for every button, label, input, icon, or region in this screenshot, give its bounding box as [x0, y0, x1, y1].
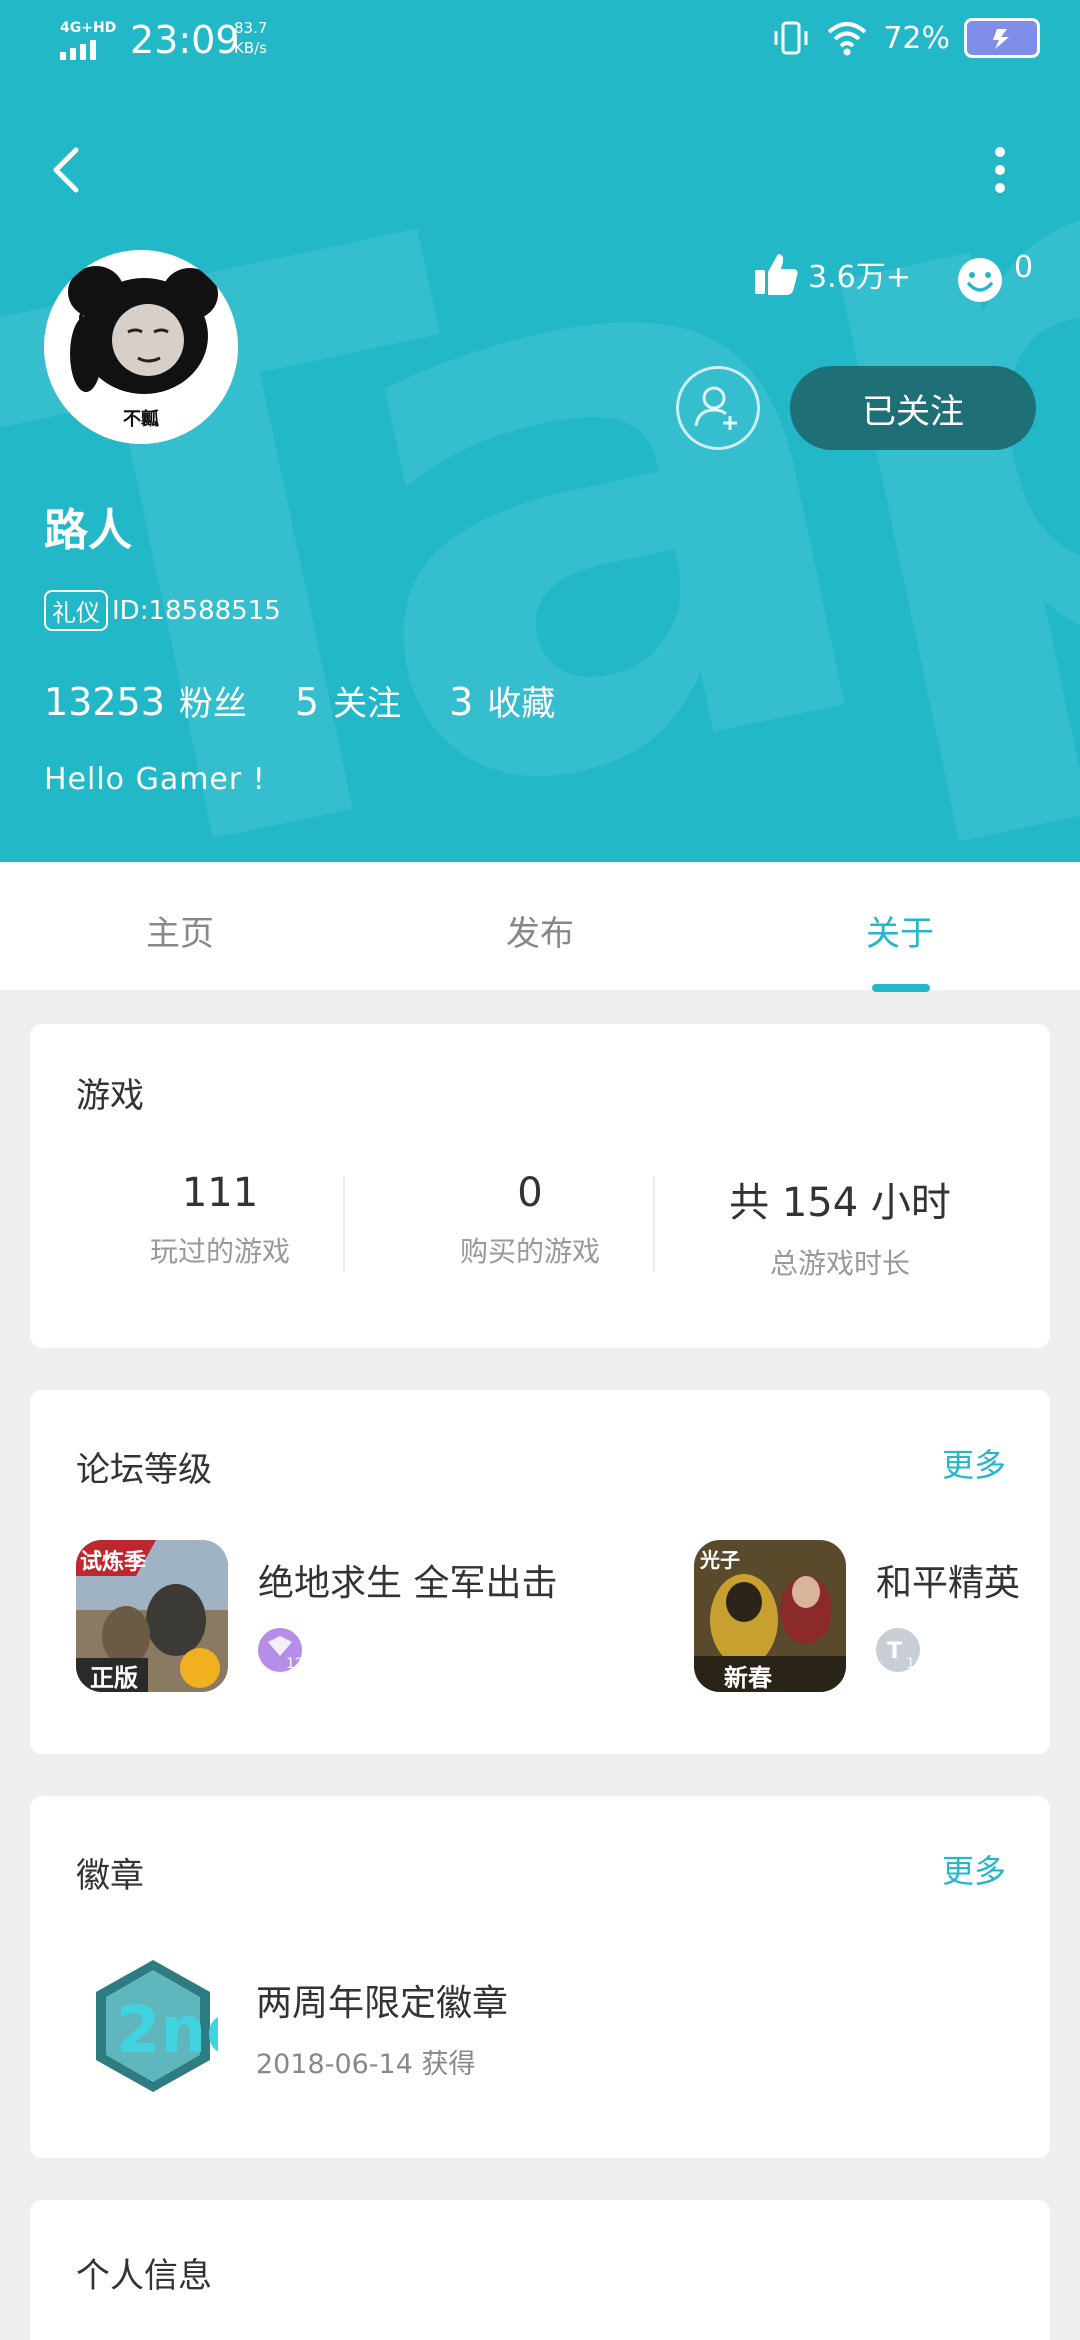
- status-right: 72%: [771, 18, 1040, 58]
- personal-info-card: 个人信息: [30, 2200, 1050, 2340]
- played-games-count: 111: [181, 1170, 259, 1216]
- badge-more-link[interactable]: 更多: [942, 1846, 1006, 1892]
- purchased-games-label: 购买的游戏: [459, 1235, 600, 1268]
- follow-button[interactable]: 已关注: [790, 366, 1036, 450]
- forum-item-peacekeeper[interactable]: 光子 新春 和平精英 T 1: [694, 1540, 1050, 1692]
- user-id-row: 礼仪 ID:18588515: [44, 590, 281, 631]
- profile-tabs: 主页 发布 关于: [0, 862, 1080, 990]
- svg-text:T: T: [887, 1639, 902, 1664]
- more-vertical-icon: [995, 147, 1005, 193]
- badge-glyph: 2nd: [116, 1994, 218, 2068]
- forum-item-pubg[interactable]: 试炼季 正版 绝地求生 全军出击 12: [76, 1540, 636, 1692]
- games-card-title: 游戏: [76, 1076, 144, 1116]
- personal-info-title: 个人信息: [76, 2256, 212, 2296]
- active-tab-indicator: [872, 984, 930, 992]
- forum-level-card: 论坛等级 更多 试炼季 正版 绝地求生 全军出击 12 光子 新春 和平精英 T…: [30, 1390, 1050, 1754]
- avatar[interactable]: 不瓤: [44, 250, 238, 444]
- stat-label: 关注: [333, 684, 402, 724]
- more-options-button[interactable]: [980, 140, 1020, 200]
- forum-level-icon: 12: [256, 1626, 304, 1674]
- chevron-left-icon: [53, 147, 79, 193]
- stat-number: 5: [294, 680, 320, 724]
- anniversary-badge-icon[interactable]: 2nd: [88, 1956, 252, 2096]
- vibrate-icon: [774, 21, 808, 55]
- divider: [653, 1176, 655, 1272]
- profile-stats: 13253 粉丝 5 关注 3 收藏: [44, 676, 603, 725]
- purchased-games-stat[interactable]: 0 购买的游戏: [380, 1170, 680, 1270]
- stat-label: 粉丝: [178, 684, 247, 724]
- forum-more-link[interactable]: 更多: [942, 1440, 1006, 1486]
- pubg-game-name: 绝地求生 全军出击: [258, 1563, 558, 1604]
- battery-icon: [964, 18, 1040, 58]
- user-add-icon: [694, 386, 737, 430]
- emoji-counter[interactable]: 0: [956, 250, 1033, 304]
- stat-number: 13253: [44, 680, 165, 724]
- badge-name: 两周年限定徽章: [256, 1983, 509, 2024]
- forum-card-title: 论坛等级: [76, 1450, 212, 1490]
- thumbs-up-icon: [755, 254, 798, 295]
- profile-header: Tap 4G+HD 23:09 83.7 KB/s 72% 不瓤 3.6万+ 0…: [0, 0, 1080, 862]
- divider: [343, 1176, 345, 1272]
- add-friend-button[interactable]: [676, 366, 760, 450]
- tab-about[interactable]: 关于: [866, 906, 934, 955]
- back-button[interactable]: [44, 140, 92, 200]
- playtime-stat: 共 154 小时 总游戏时长: [690, 1170, 990, 1282]
- games-card: 游戏 111 玩过的游戏 0 购买的游戏 共 154 小时 总游戏时长: [30, 1024, 1050, 1348]
- network-indicator: 4G+HD: [60, 20, 116, 60]
- pubg-icon-label-bottom: 正版: [90, 1664, 138, 1692]
- peacekeeper-icon-label-top: 光子: [700, 1548, 740, 1572]
- emoji-count: 0: [1014, 250, 1034, 285]
- likes-count: 3.6万+: [808, 260, 911, 295]
- total-playtime-label: 总游戏时长: [769, 1247, 910, 1280]
- played-games-label: 玩过的游戏: [149, 1235, 290, 1268]
- games-stats: 111 玩过的游戏 0 购买的游戏 共 154 小时 总游戏时长: [30, 1170, 1050, 1280]
- speed-unit: KB/s: [234, 39, 267, 57]
- signal-icon: [60, 40, 96, 60]
- user-id: ID:18588515: [112, 595, 281, 626]
- username: 路人: [44, 505, 132, 556]
- forum-level-icon: T 1: [874, 1626, 922, 1674]
- status-time: 23:09: [130, 18, 240, 62]
- likes-counter[interactable]: 3.6万+: [752, 250, 911, 298]
- forum-level-number: 12: [286, 1656, 304, 1672]
- pubg-game-icon: 试炼季 正版: [76, 1540, 228, 1692]
- badge-card-title: 徽章: [76, 1856, 144, 1896]
- purchased-games-count: 0: [517, 1170, 543, 1216]
- pubg-icon-label-top: 试炼季: [80, 1550, 147, 1575]
- followers-stat[interactable]: 13253 粉丝: [44, 676, 247, 725]
- smile-icon: [958, 258, 1002, 302]
- favorites-stat[interactable]: 3 收藏: [449, 676, 555, 725]
- following-stat[interactable]: 5 关注: [295, 676, 401, 725]
- network-speed: 83.7 KB/s: [234, 18, 267, 58]
- forum-level-number: 1: [906, 1656, 915, 1672]
- battery-percent: 72%: [883, 20, 950, 56]
- peacekeeper-game-icon: 光子 新春: [694, 1540, 846, 1692]
- wifi-icon: [827, 22, 867, 56]
- tab-posts[interactable]: 发布: [506, 906, 574, 955]
- played-games-stat[interactable]: 111 玩过的游戏: [70, 1170, 370, 1270]
- status-bar: 4G+HD 23:09 83.7 KB/s 72%: [0, 0, 1080, 80]
- stat-number: 3: [449, 680, 474, 724]
- peacekeeper-game-name: 和平精英: [876, 1563, 1021, 1604]
- badge-card: 徽章 更多 2nd 两周年限定徽章 2018-06-14 获得: [30, 1796, 1050, 2158]
- user-bio: Hello Gamer !: [44, 762, 266, 797]
- avatar-caption: 不瓤: [123, 409, 159, 430]
- badge-date: 2018-06-14 获得: [256, 2049, 476, 2080]
- stat-label: 收藏: [487, 684, 556, 724]
- total-playtime: 共 154 小时: [729, 1180, 951, 1226]
- speed-value: 83.7: [234, 19, 268, 37]
- etiquette-badge: 礼仪: [44, 590, 108, 631]
- peacekeeper-icon-label-bottom: 新春: [724, 1664, 772, 1692]
- network-type: 4G+HD: [60, 20, 117, 36]
- tab-home[interactable]: 主页: [146, 906, 214, 955]
